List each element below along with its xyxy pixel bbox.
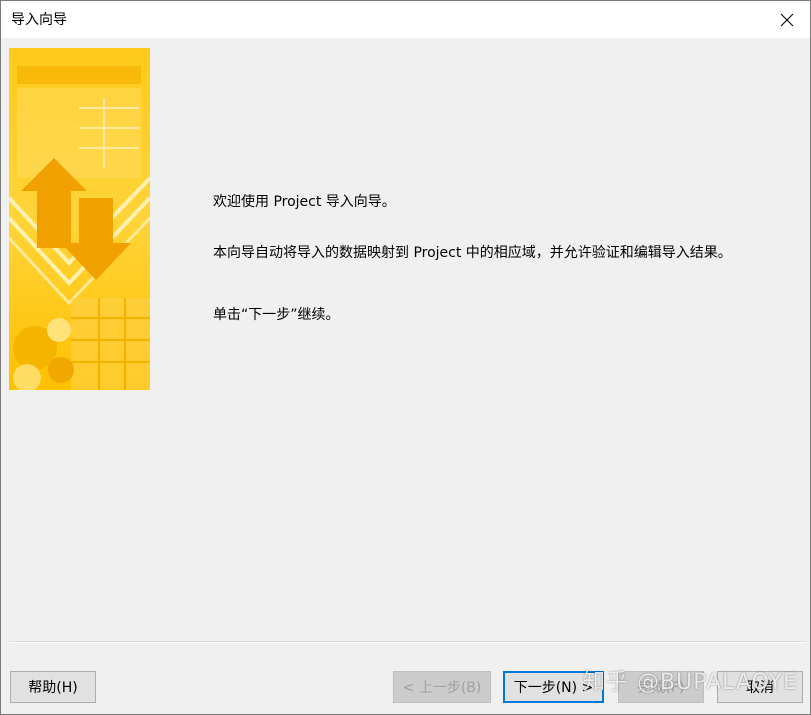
help-button[interactable]: 帮助(H) [10,671,96,703]
cancel-button[interactable]: 取消 [717,671,803,703]
button-separator [9,641,806,643]
title-bar: 导入向导 [1,1,810,38]
previous-button[interactable]: < 上一步(B) [393,671,491,703]
description-text: 本向导自动将导入的数据映射到 Project 中的相应域，并允许验证和编辑导入结… [213,245,732,261]
close-icon [780,13,794,26]
finish-button[interactable]: 完成(F) [618,671,704,703]
import-wizard-window: 导入向导 欢迎使用 Project 导入向导。 本向导自动将导入的数据映射到 P… [0,0,811,715]
instruction-text: 单击“下一步”继续。 [213,307,340,323]
wizard-banner-image [9,48,150,390]
next-button[interactable]: 下一步(N) > [503,671,604,703]
window-title: 导入向导 [11,12,67,28]
close-button[interactable] [764,1,810,38]
welcome-text: 欢迎使用 Project 导入向导。 [213,194,396,210]
